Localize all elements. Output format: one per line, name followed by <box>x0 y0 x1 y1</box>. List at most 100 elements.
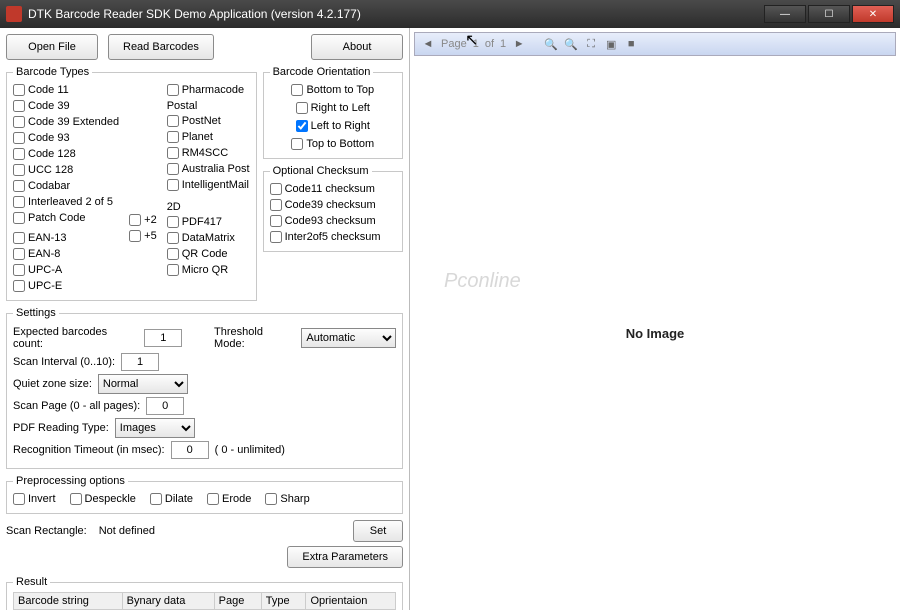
scan-page-label: Scan Page (0 - all pages): <box>13 400 140 412</box>
checkbox-micro-qr[interactable]: Micro QR <box>167 262 250 278</box>
settings-legend: Settings <box>13 307 59 319</box>
image-area: Pconline No Image <box>414 60 896 606</box>
threshold-select[interactable]: Automatic <box>301 328 396 348</box>
checkbox-ean-13[interactable]: EAN-13 <box>13 230 119 246</box>
pdf-type-select[interactable]: Images <box>115 418 195 438</box>
quiet-zone-select[interactable]: Normal <box>98 374 188 394</box>
window-title: DTK Barcode Reader SDK Demo Application … <box>28 7 764 21</box>
checksum-legend: Optional Checksum <box>270 165 372 177</box>
checksum-group: Optional Checksum Code11 checksumCode39 … <box>263 165 403 252</box>
col-oprientaion[interactable]: Oprientaion <box>306 593 396 610</box>
col-type[interactable]: Type <box>261 593 306 610</box>
checkbox-ean-8[interactable]: EAN-8 <box>13 246 119 262</box>
title-bar: DTK Barcode Reader SDK Demo Application … <box>0 0 900 28</box>
checkbox-bottom-to-top[interactable]: Bottom to Top <box>291 82 374 98</box>
checkbox-intelligentmail[interactable]: IntelligentMail <box>167 177 250 193</box>
checkbox-right-to-left[interactable]: Right to Left <box>296 100 370 116</box>
read-barcodes-button[interactable]: Read Barcodes <box>108 34 214 60</box>
checkbox-patch-code[interactable]: Patch Code <box>13 210 119 226</box>
app-icon <box>6 6 22 22</box>
col-page[interactable]: Page <box>214 593 261 610</box>
postal-header: Postal <box>167 100 250 112</box>
checkbox-sharp[interactable]: Sharp <box>265 491 309 507</box>
orientation-legend: Barcode Orientation <box>270 66 374 78</box>
page-total: 1 <box>500 38 506 50</box>
open-file-button[interactable]: Open File <box>6 34 98 60</box>
camera-icon[interactable]: ■ <box>624 37 638 51</box>
scan-page-input[interactable] <box>146 397 184 415</box>
checkbox-upc-e[interactable]: UPC-E <box>13 278 119 294</box>
fit-icon[interactable]: ⛶ <box>584 37 598 51</box>
zoom-in-icon[interactable]: 🔍 <box>544 37 558 51</box>
about-button[interactable]: About <box>311 34 403 60</box>
checkbox-code11-checksum[interactable]: Code11 checksum <box>270 181 396 197</box>
preprocess-group: Preprocessing options Invert Despeckle Dil… <box>6 475 403 514</box>
checkbox-code-11[interactable]: Code 11 <box>13 82 119 98</box>
set-button[interactable]: Set <box>353 520 403 542</box>
checkbox-postnet[interactable]: PostNet <box>167 113 250 129</box>
orientation-group: Barcode Orientation Bottom to Top Right t… <box>263 66 403 159</box>
timeout-label: Recognition Timeout (in msec): <box>13 444 165 456</box>
result-table: Barcode stringBynary dataPageTypeOprient… <box>13 592 396 610</box>
checkbox-interleaved-2-of-5[interactable]: Interleaved 2 of 5 <box>13 194 119 210</box>
checkbox-despeckle[interactable]: Despeckle <box>70 491 136 507</box>
actual-size-icon[interactable]: ▣ <box>604 37 618 51</box>
next-page-icon[interactable]: ► <box>512 37 526 51</box>
pdf-type-label: PDF Reading Type: <box>13 422 109 434</box>
preprocess-legend: Preprocessing options <box>13 475 128 487</box>
checkbox-pdf417[interactable]: PDF417 <box>167 214 250 230</box>
checkbox-code-93[interactable]: Code 93 <box>13 130 119 146</box>
checkbox--5[interactable]: +5 <box>129 228 157 244</box>
minimize-button[interactable]: — <box>764 5 806 23</box>
checkbox-erode[interactable]: Erode <box>207 491 251 507</box>
checkbox-top-to-bottom[interactable]: Top to Bottom <box>291 136 374 152</box>
timeout-input[interactable] <box>171 441 209 459</box>
scan-rect-label: Scan Rectangle: <box>6 525 87 537</box>
checkbox--2[interactable]: +2 <box>129 212 157 228</box>
checkbox-code39-checksum[interactable]: Code39 checksum <box>270 197 396 213</box>
barcode-types-legend: Barcode Types <box>13 66 92 78</box>
right-panel: ◄ Page 1 of 1 ► 🔍 🔍 ⛶ ▣ ■ Pconline No Im… <box>410 28 900 610</box>
col-barcode-string[interactable]: Barcode string <box>14 593 123 610</box>
quiet-zone-label: Quiet zone size: <box>13 378 92 390</box>
checkbox-code-39-extended[interactable]: Code 39 Extended <box>13 114 119 130</box>
timeout-hint: ( 0 - unlimited) <box>215 444 285 456</box>
types-col2: Pharmacode Postal PostNetPlanetRM4SCCAus… <box>167 82 250 294</box>
checkbox-invert[interactable]: Invert <box>13 491 56 507</box>
extra-params-button[interactable]: Extra Parameters <box>287 546 403 568</box>
page-current: 1 <box>473 38 479 50</box>
checkbox-datamatrix[interactable]: DataMatrix <box>167 230 250 246</box>
scan-interval-label: Scan Interval (0..10): <box>13 356 115 368</box>
result-legend: Result <box>13 576 50 588</box>
checkbox-australia-post[interactable]: Australia Post <box>167 161 250 177</box>
left-panel: Open File Read Barcodes About Barcode Ty… <box>0 28 410 610</box>
close-button[interactable]: ✕ <box>852 5 894 23</box>
expected-input[interactable] <box>144 329 182 347</box>
checkbox-inter2of5-checksum[interactable]: Inter2of5 checksum <box>270 229 396 245</box>
types-col1: Code 11Code 39Code 39 ExtendedCode 93Cod… <box>13 82 119 294</box>
checkbox-left-to-right[interactable]: Left to Right <box>296 118 370 134</box>
settings-group: Settings Expected barcodes count: Thresh… <box>6 307 403 469</box>
col-bynary-data[interactable]: Bynary data <box>122 593 214 610</box>
checkbox-rm4scc[interactable]: RM4SCC <box>167 145 250 161</box>
pharmacode-checkbox[interactable]: Pharmacode <box>167 82 250 98</box>
types-plus-col: +2+5 <box>129 212 157 294</box>
no-image-label: No Image <box>626 326 685 341</box>
checkbox-code-128[interactable]: Code 128 <box>13 146 119 162</box>
checkbox-dilate[interactable]: Dilate <box>150 491 193 507</box>
scan-rect-value: Not defined <box>99 525 155 537</box>
scan-interval-input[interactable] <box>121 353 159 371</box>
barcode-types-group: Barcode Types Code 11Code 39Code 39 Exte… <box>6 66 257 301</box>
page-word: Page <box>441 38 467 50</box>
maximize-button[interactable]: ☐ <box>808 5 850 23</box>
checkbox-code93-checksum[interactable]: Code93 checksum <box>270 213 396 229</box>
zoom-out-icon[interactable]: 🔍 <box>564 37 578 51</box>
checkbox-qr-code[interactable]: QR Code <box>167 246 250 262</box>
checkbox-ucc-128[interactable]: UCC 128 <box>13 162 119 178</box>
checkbox-upc-a[interactable]: UPC-A <box>13 262 119 278</box>
prev-page-icon[interactable]: ◄ <box>421 37 435 51</box>
checkbox-codabar[interactable]: Codabar <box>13 178 119 194</box>
2d-header: 2D <box>167 201 250 213</box>
checkbox-code-39[interactable]: Code 39 <box>13 98 119 114</box>
checkbox-planet[interactable]: Planet <box>167 129 250 145</box>
